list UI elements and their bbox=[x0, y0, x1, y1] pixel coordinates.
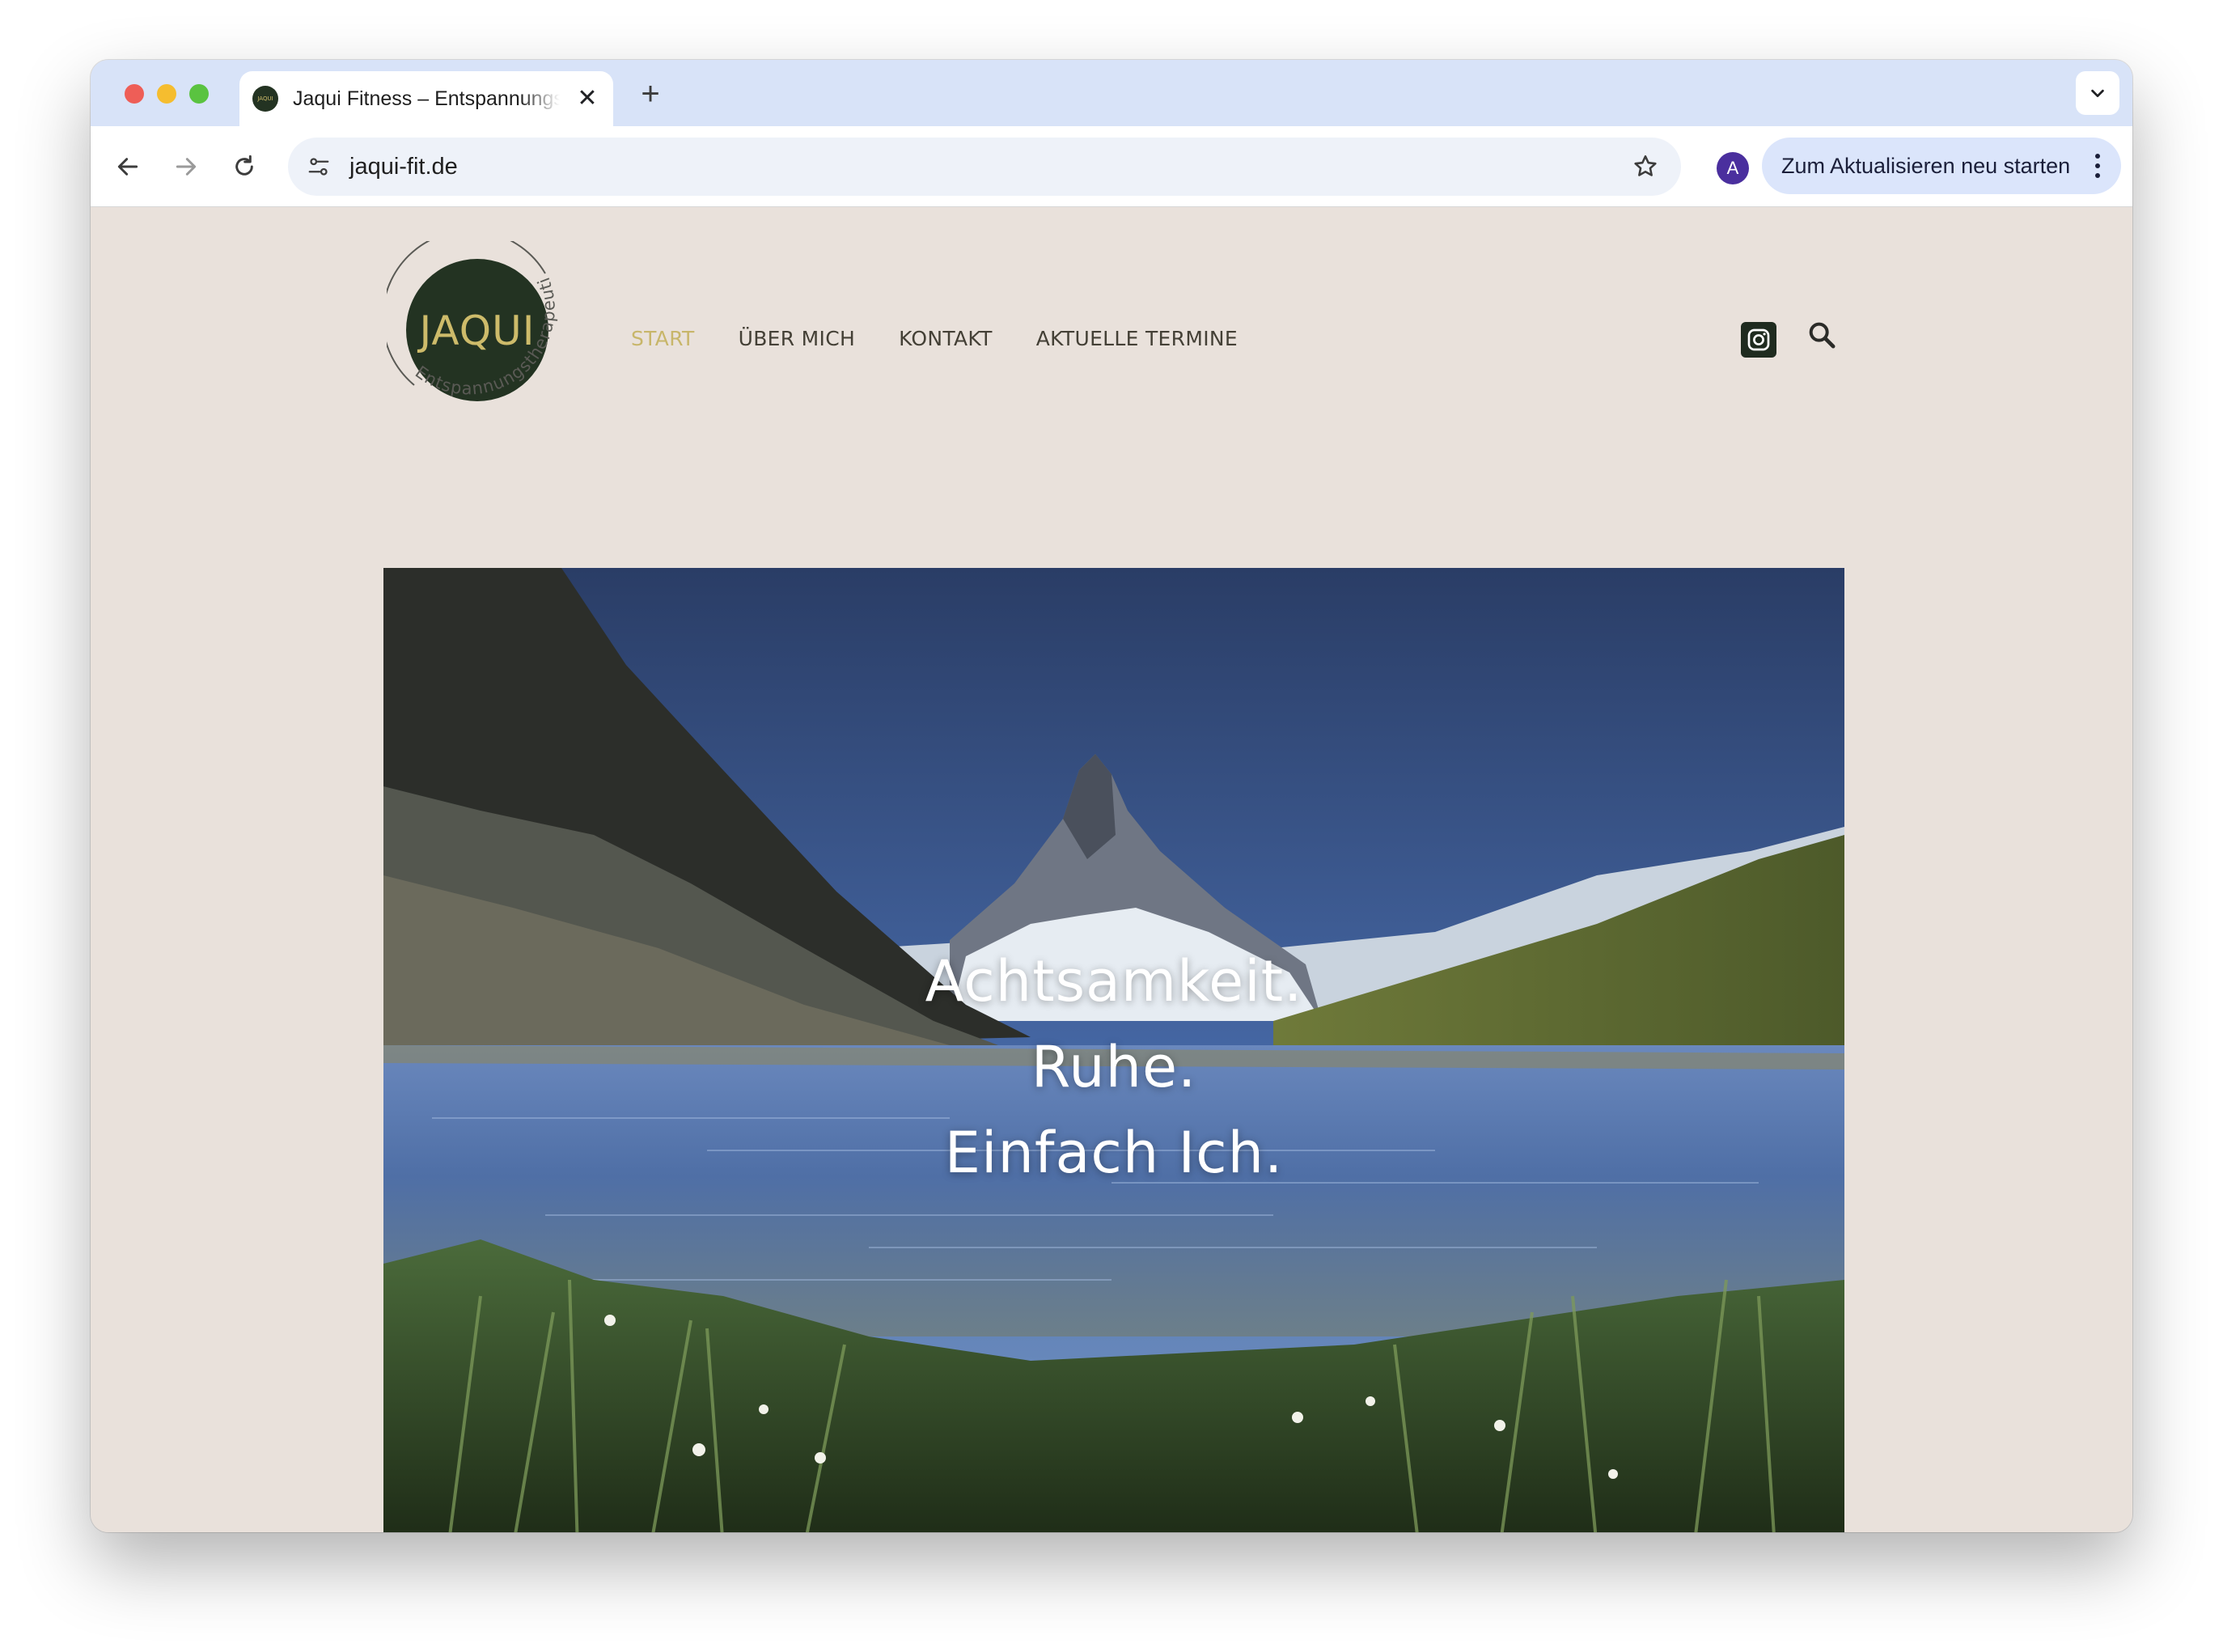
nav-item-kontakt[interactable]: KONTAKT bbox=[899, 327, 993, 350]
bookmark-star-icon[interactable] bbox=[1628, 149, 1663, 184]
hero-tagline: Achtsamkeit. Ruhe. Einfach Ich. bbox=[383, 568, 1844, 1532]
reload-button[interactable] bbox=[225, 147, 264, 186]
star-icon bbox=[1634, 155, 1657, 176]
tab-close-icon[interactable]: ✕ bbox=[574, 86, 600, 112]
site-settings-icon[interactable] bbox=[301, 149, 337, 184]
restart-label: Zum Aktualisieren neu starten bbox=[1781, 153, 2071, 178]
minimize-window-button[interactable] bbox=[157, 84, 176, 104]
search-icon[interactable] bbox=[1806, 319, 1838, 351]
chevron-down-icon bbox=[2091, 89, 2104, 98]
hero-image: Achtsamkeit. Ruhe. Einfach Ich. bbox=[383, 568, 1844, 1532]
reload-icon bbox=[235, 155, 253, 176]
hero-line-ruhe: Ruhe. bbox=[1031, 1034, 1197, 1100]
url-text[interactable]: jaqui-fit.de bbox=[349, 154, 458, 180]
tab-title: Jaqui Fitness – Entspannungstherapeutin bbox=[293, 87, 560, 110]
back-button[interactable] bbox=[108, 147, 147, 186]
tune-icon bbox=[308, 158, 329, 176]
arrow-right-icon bbox=[176, 158, 197, 176]
web-page: JAQUI Entspannungstherapeutin START ÜBER… bbox=[91, 207, 2132, 1532]
logo-word: JAQUI bbox=[417, 307, 536, 354]
hero-line-achtsamkeit: Achtsamkeit. bbox=[925, 948, 1303, 1014]
favicon-icon: JAQUI bbox=[252, 86, 278, 112]
address-bar[interactable]: jaqui-fit.de bbox=[288, 138, 1681, 196]
more-menu-icon[interactable] bbox=[2095, 154, 2100, 183]
arrow-left-icon bbox=[117, 158, 138, 176]
nav-item-ueber-mich[interactable]: ÜBER MICH bbox=[739, 327, 855, 350]
browser-tab-active[interactable]: JAQUI Jaqui Fitness – Entspannungstherap… bbox=[239, 71, 613, 126]
maximize-window-button[interactable] bbox=[189, 84, 209, 104]
instagram-icon[interactable] bbox=[1741, 322, 1776, 358]
new-tab-button[interactable]: + bbox=[633, 76, 668, 112]
forward-button[interactable] bbox=[167, 147, 205, 186]
nav-item-aktuelle-termine[interactable]: AKTUELLE TERMINE bbox=[1036, 327, 1238, 350]
favicon-text: JAQUI bbox=[257, 95, 273, 102]
browser-toolbar: jaqui-fit.de A Zum Aktualisieren neu sta… bbox=[91, 126, 2132, 207]
nav-item-start[interactable]: START bbox=[631, 327, 695, 350]
hero-line-einfach-ich: Einfach Ich. bbox=[944, 1120, 1284, 1186]
site-logo[interactable]: JAQUI Entspannungstherapeutin bbox=[381, 226, 581, 435]
restart-update-button[interactable]: Zum Aktualisieren neu starten bbox=[1762, 138, 2121, 194]
tab-bar: JAQUI Jaqui Fitness – Entspannungstherap… bbox=[91, 60, 2132, 126]
profile-avatar[interactable]: A bbox=[1717, 152, 1749, 184]
tab-search-button[interactable] bbox=[2076, 71, 2119, 115]
close-window-button[interactable] bbox=[125, 84, 144, 104]
browser-window: JAQUI Jaqui Fitness – Entspannungstherap… bbox=[91, 60, 2132, 1532]
main-navigation: START ÜBER MICH KONTAKT AKTUELLE TERMINE bbox=[631, 327, 1238, 350]
